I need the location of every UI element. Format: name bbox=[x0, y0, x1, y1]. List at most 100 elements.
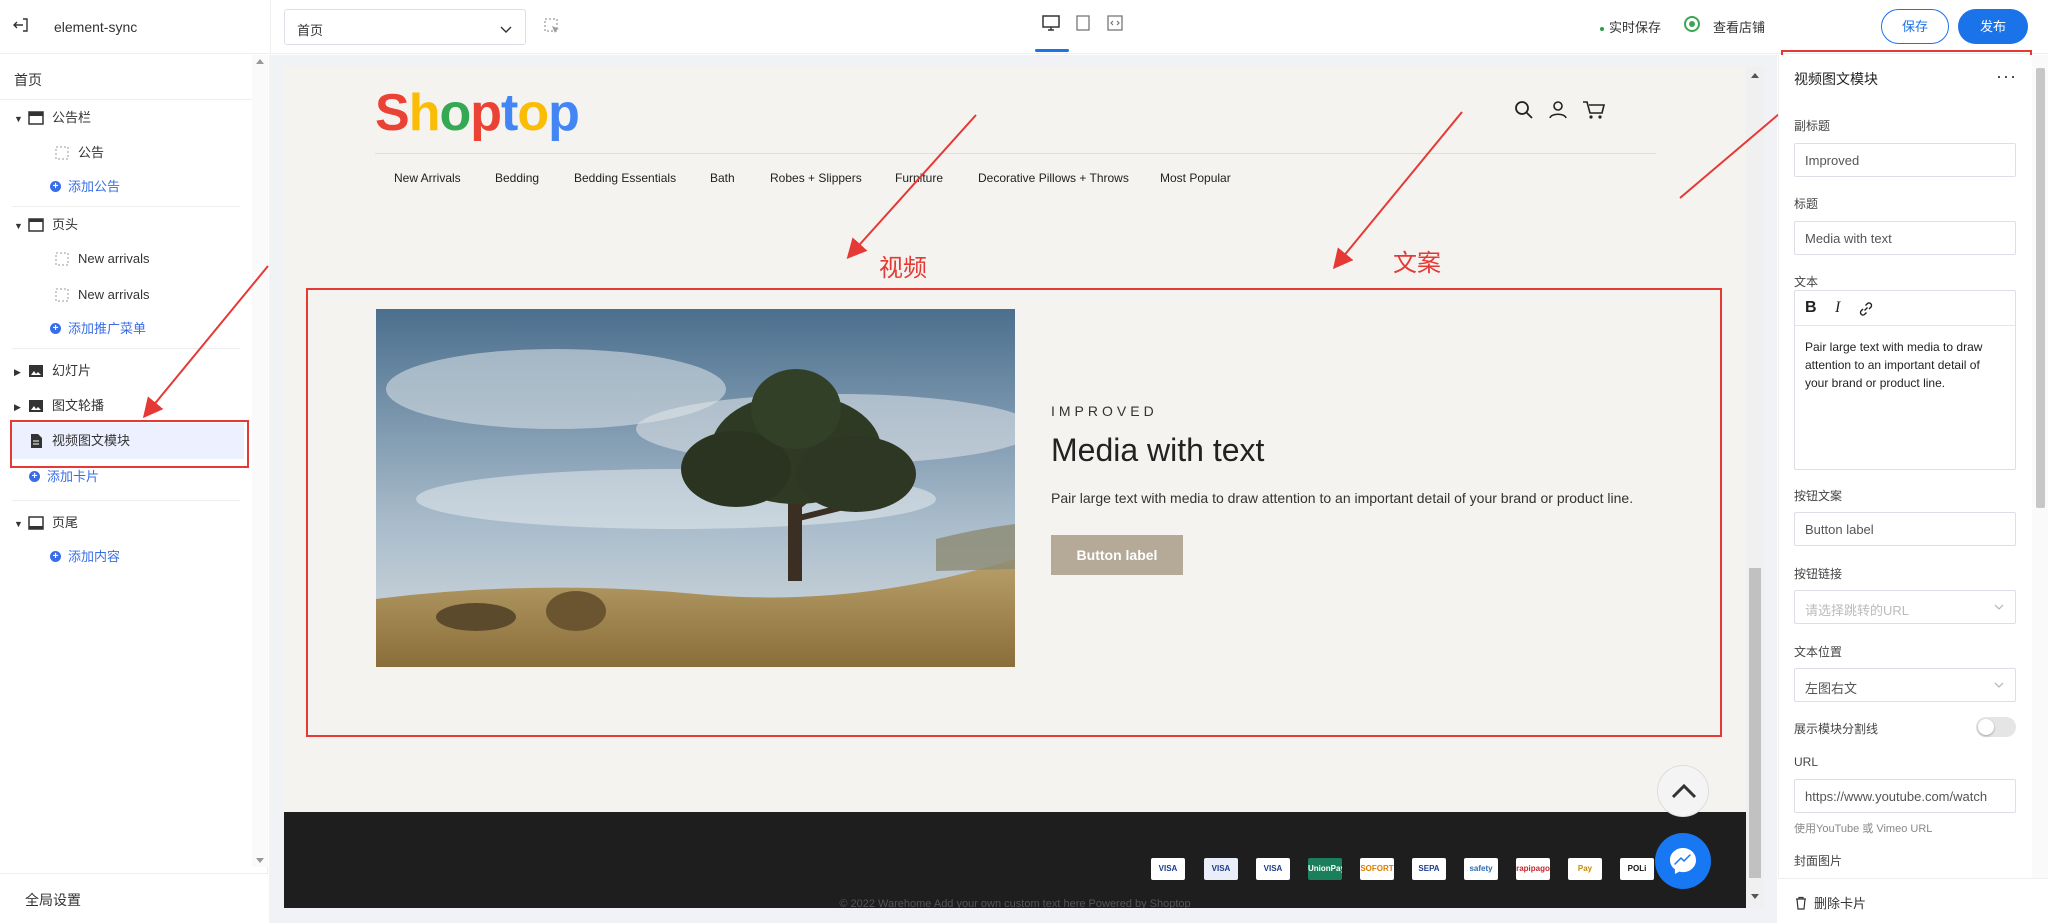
caret-down-icon: ▼ bbox=[14, 114, 23, 124]
nav-link-new-arrivals[interactable]: New Arrivals bbox=[394, 171, 461, 185]
page-select-value: 首页 bbox=[297, 23, 324, 38]
sidebar-item-announcement[interactable]: 公告 bbox=[54, 140, 104, 166]
button-text-label: 按钮文案 bbox=[1794, 489, 1843, 503]
sidebar-heading: 首页 bbox=[14, 72, 42, 88]
title-input[interactable]: Media with text bbox=[1794, 221, 2016, 255]
payment-icon-visa: VISA bbox=[1204, 858, 1238, 880]
sidebar-item-header[interactable]: ▼ 页头 bbox=[14, 212, 78, 238]
divider bbox=[12, 206, 240, 207]
url-hint: 使用YouTube 或 Vimeo URL bbox=[1794, 823, 1933, 835]
italic-icon[interactable]: I bbox=[1835, 299, 1840, 317]
button-link-select[interactable]: 请选择跳转的URL bbox=[1794, 590, 2016, 624]
more-options-icon[interactable]: ··· bbox=[1996, 66, 2017, 87]
editor-content[interactable]: Pair large text with media to draw atten… bbox=[1795, 326, 2015, 404]
nav-link-furniture[interactable]: Furniture bbox=[895, 171, 943, 185]
chevron-up-icon bbox=[1671, 783, 1697, 799]
plus-icon: + bbox=[50, 551, 61, 563]
top-bar: element-sync 首页 实时保存 查看店铺 保存 发布 bbox=[0, 0, 2048, 54]
nav-link-decorative-pillows[interactable]: Decorative Pillows + Throws bbox=[978, 171, 1129, 185]
page-select[interactable]: 首页 bbox=[284, 9, 526, 45]
block-icon bbox=[55, 288, 69, 302]
title-label: 标题 bbox=[1794, 197, 1819, 211]
sidebar-item-image-carousel[interactable]: ▶ 图文轮播 bbox=[14, 393, 104, 419]
divider bbox=[12, 500, 240, 501]
nav-link-most-popular[interactable]: Most Popular bbox=[1160, 171, 1231, 185]
panel-scroll-thumb[interactable] bbox=[2036, 68, 2045, 508]
select-element-icon[interactable] bbox=[543, 17, 561, 35]
left-sidebar: 首页 ▼ 公告栏 公告 + 添加公告 ▼ 页头 New arrivals New ar… bbox=[0, 55, 268, 923]
trash-icon bbox=[1796, 896, 1806, 910]
active-view-indicator bbox=[1035, 49, 1069, 52]
nav-link-bath[interactable]: Bath bbox=[710, 171, 735, 185]
scroll-up-arrow-icon[interactable] bbox=[1751, 72, 1759, 78]
plus-icon: + bbox=[50, 323, 61, 335]
block-icon bbox=[55, 146, 69, 160]
text-label: 文本 bbox=[1794, 275, 1819, 289]
account-icon[interactable] bbox=[1548, 100, 1568, 120]
delete-card-button[interactable]: 删除卡片 bbox=[1794, 893, 1866, 912]
payment-icon-sofort: SOFORT bbox=[1360, 858, 1394, 880]
add-content-button[interactable]: + 添加内容 bbox=[50, 544, 120, 570]
tablet-view-icon[interactable] bbox=[1072, 12, 1094, 34]
sidebar-scrollbar[interactable] bbox=[252, 55, 268, 867]
global-settings[interactable]: 全局设置 bbox=[0, 873, 268, 923]
sidebar-item-new-arrivals-2[interactable]: New arrivals bbox=[54, 282, 150, 308]
save-button[interactable]: 保存 bbox=[1881, 9, 1949, 44]
link-icon[interactable] bbox=[1857, 300, 1875, 318]
payment-icon-unionpay: UnionPay bbox=[1308, 858, 1342, 880]
payment-icon-visa: VISA bbox=[1151, 858, 1185, 880]
code-view-icon[interactable] bbox=[1104, 12, 1126, 34]
subtitle-label: 副标题 bbox=[1794, 119, 1831, 133]
cart-icon[interactable] bbox=[1582, 100, 1606, 120]
annotation-box-sidebar bbox=[10, 420, 249, 468]
button-text-input[interactable]: Button label bbox=[1794, 512, 2016, 546]
nav-link-bedding-essentials[interactable]: Bedding Essentials bbox=[574, 171, 676, 185]
nav-link-robes-slippers[interactable]: Robes + Slippers bbox=[770, 171, 862, 185]
header-divider bbox=[375, 153, 1656, 154]
sidebar-item-footer[interactable]: ▼ 页尾 bbox=[14, 510, 78, 536]
search-icon[interactable] bbox=[1514, 100, 1534, 120]
messenger-button[interactable] bbox=[1655, 833, 1711, 889]
subtitle-input[interactable]: Improved bbox=[1794, 143, 2016, 177]
url-label: URL bbox=[1794, 755, 1819, 769]
exit-icon[interactable] bbox=[12, 16, 30, 34]
desktop-view-icon[interactable] bbox=[1040, 12, 1062, 34]
layout-icon bbox=[28, 110, 44, 125]
add-promo-menu-button[interactable]: + 添加推广菜单 bbox=[50, 316, 146, 342]
toggle-knob bbox=[1978, 719, 1994, 735]
rich-text-editor[interactable]: B I Pair large text with media to draw a… bbox=[1794, 290, 2016, 470]
text-position-select[interactable]: 左图右文 bbox=[1794, 668, 2016, 702]
url-input[interactable]: https://www.youtube.com/watch bbox=[1794, 779, 2016, 813]
store-logo[interactable]: Shoptop bbox=[375, 83, 580, 143]
image-icon bbox=[29, 364, 43, 377]
view-store-link[interactable]: 查看店铺 bbox=[1713, 17, 1765, 36]
scroll-to-top-button[interactable] bbox=[1657, 765, 1709, 817]
button-link-label: 按钮链接 bbox=[1794, 567, 1843, 581]
sidebar-item-announcement-bar[interactable]: ▼ 公告栏 bbox=[14, 105, 91, 131]
annotation-label-copy: 文案 bbox=[1393, 250, 1441, 277]
caret-right-icon: ▶ bbox=[14, 402, 21, 412]
canvas-scroll-thumb[interactable] bbox=[1749, 568, 1761, 878]
footer-copyright: © 2022 Warehome Add your own custom text… bbox=[839, 898, 1191, 908]
store-icon bbox=[1683, 15, 1701, 36]
payment-icon-sepa: SEPA bbox=[1412, 858, 1446, 880]
plus-icon: + bbox=[50, 181, 61, 193]
sidebar-item-slideshow[interactable]: ▶ 幻灯片 bbox=[14, 358, 91, 384]
payment-icon-poli: POLi bbox=[1620, 858, 1654, 880]
chevron-down-icon bbox=[500, 26, 512, 33]
block-icon bbox=[55, 252, 69, 266]
text-position-label: 文本位置 bbox=[1794, 645, 1843, 659]
publish-button[interactable]: 发布 bbox=[1958, 9, 2028, 44]
scroll-down-arrow-icon[interactable] bbox=[1751, 894, 1759, 900]
panel-title: 视频图文模块 bbox=[1794, 71, 1878, 87]
payment-icon-safetypay: safety bbox=[1464, 858, 1498, 880]
divider bbox=[0, 99, 252, 100]
chevron-down-icon bbox=[1994, 604, 2004, 610]
nav-link-bedding[interactable]: Bedding bbox=[495, 171, 539, 185]
annotation-label-video: 视频 bbox=[879, 255, 927, 282]
sidebar-item-new-arrivals-1[interactable]: New arrivals bbox=[54, 246, 150, 272]
chevron-down-icon bbox=[1994, 682, 2004, 688]
bold-icon[interactable]: B bbox=[1805, 299, 1817, 317]
add-announcement-button[interactable]: + 添加公告 bbox=[50, 174, 120, 200]
divider-toggle[interactable] bbox=[1976, 717, 2016, 737]
